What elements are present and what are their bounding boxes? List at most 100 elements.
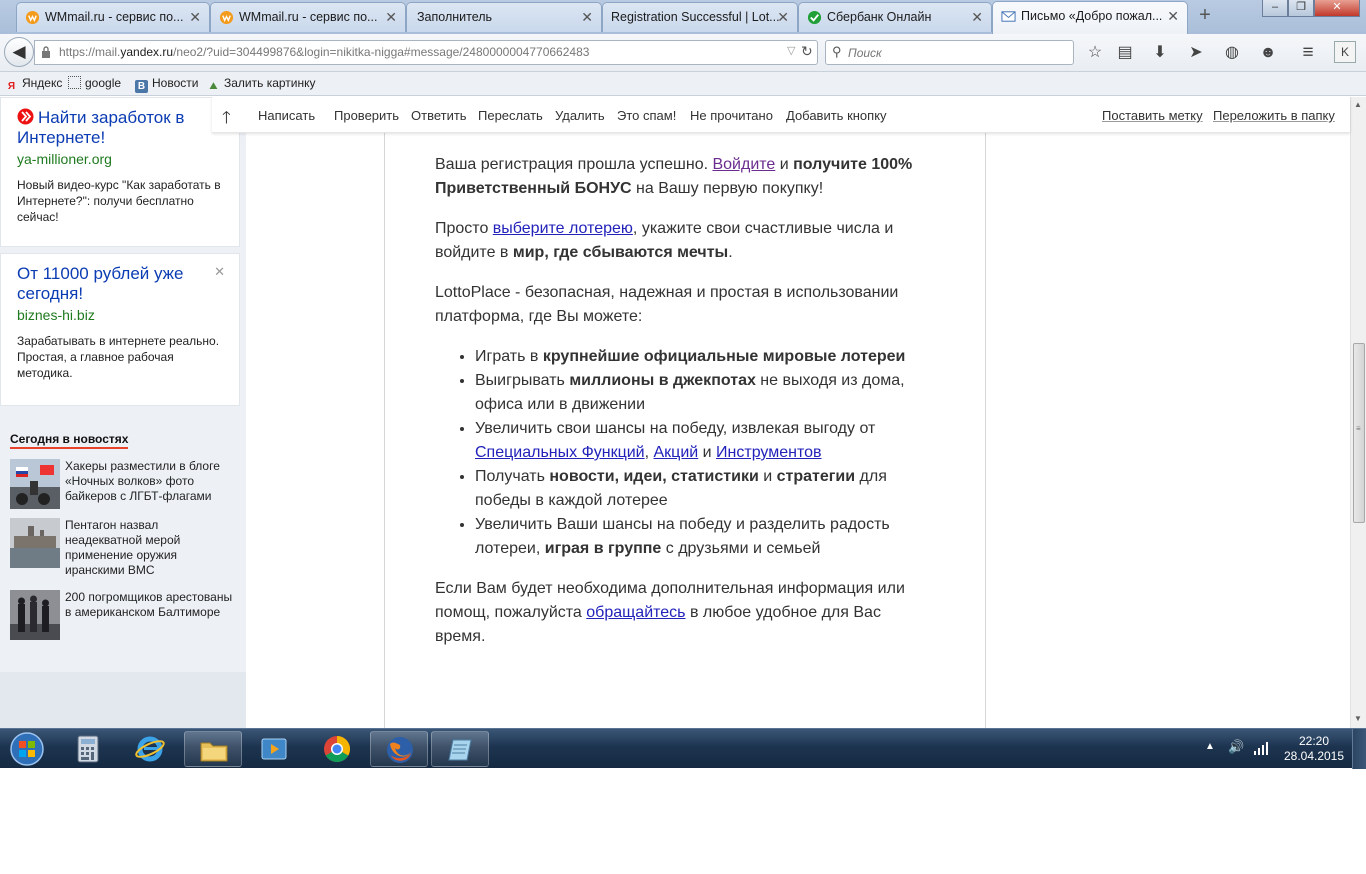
text: Увеличить свои шансы на победу, извлекая… bbox=[475, 420, 876, 437]
tab-close-icon[interactable]: ✕ bbox=[971, 3, 983, 31]
tab-close-icon[interactable]: ✕ bbox=[189, 3, 201, 31]
scroll-up-icon[interactable]: ▲ bbox=[1354, 100, 1362, 109]
download-icon[interactable]: ⬇ bbox=[1148, 41, 1172, 65]
tab-lottoplace[interactable]: Registration Successful | Lot... ✕ bbox=[602, 2, 798, 32]
profile-button[interactable]: K bbox=[1334, 41, 1356, 63]
url-history-dropdown-icon[interactable]: ▽ bbox=[787, 44, 795, 57]
close-window-button[interactable]: ✕ bbox=[1314, 0, 1360, 17]
new-tab-icon[interactable]: + bbox=[1193, 4, 1217, 28]
bookmark-google[interactable]: google bbox=[68, 76, 121, 90]
search-input[interactable] bbox=[848, 44, 1068, 62]
bookmark-yandex[interactable]: Я Яндекс bbox=[5, 76, 62, 93]
tab-close-icon[interactable]: ✕ bbox=[1167, 2, 1179, 30]
windows-taskbar: ▲ 🔊 22:20 28.04.2015 bbox=[0, 728, 1366, 769]
taskbar-chrome[interactable] bbox=[308, 731, 366, 767]
list-item: Играть в крупнейшие официальные мировые … bbox=[475, 345, 925, 369]
news-text[interactable]: Хакеры разместили в блоге «Ночных волков… bbox=[65, 459, 235, 504]
scrollbar-thumb[interactable]: ≡ bbox=[1353, 343, 1365, 523]
tab-close-icon[interactable]: ✕ bbox=[581, 3, 593, 31]
system-clock[interactable]: 22:20 28.04.2015 bbox=[1280, 734, 1348, 764]
mail-icon bbox=[1001, 11, 1016, 22]
lock-icon bbox=[42, 46, 50, 58]
move-to-folder-link[interactable]: Переложить в папку bbox=[1213, 108, 1335, 123]
maximize-button[interactable]: ❐ bbox=[1288, 0, 1314, 17]
news-thumbnail-bikers bbox=[10, 459, 60, 509]
news-thumbnail-navy bbox=[10, 518, 60, 568]
vk-icon: В bbox=[135, 80, 148, 93]
search-icon: ⚲ bbox=[832, 44, 842, 59]
bookmark-upload-image[interactable]: ⛰ Залить картинку bbox=[207, 76, 316, 93]
show-desktop-button[interactable] bbox=[1352, 729, 1366, 769]
ad-title[interactable]: Найти заработок в Интернете! bbox=[17, 108, 223, 148]
login-link[interactable]: Войдите bbox=[712, 156, 775, 173]
compose-button[interactable]: Написать bbox=[258, 108, 315, 123]
wmmail-icon bbox=[25, 10, 40, 25]
tab-close-icon[interactable]: ✕ bbox=[385, 3, 397, 31]
tab-close-icon[interactable]: ✕ bbox=[777, 3, 789, 31]
taskbar-firefox[interactable] bbox=[370, 731, 428, 767]
bold-text: играя в группе bbox=[544, 540, 662, 557]
tab-wmmail-2[interactable]: WMmail.ru - сервис по... ✕ bbox=[210, 2, 406, 32]
minimize-button[interactable]: – bbox=[1262, 0, 1288, 17]
bookmark-star-icon[interactable]: ☆ bbox=[1083, 41, 1107, 65]
start-button[interactable] bbox=[7, 731, 47, 767]
address-bar[interactable]: https://mail.yandex.ru/neo2/?uid=3044998… bbox=[34, 40, 818, 65]
back-button[interactable]: ◀ bbox=[4, 37, 34, 67]
news-heading[interactable]: Сегодня в новостях bbox=[10, 432, 129, 449]
reload-icon[interactable]: ↻ bbox=[801, 43, 813, 60]
forward-button[interactable]: Переслать bbox=[478, 108, 543, 123]
vertical-scrollbar[interactable]: ▲ ≡ ▼ bbox=[1350, 97, 1366, 728]
search-bar[interactable]: ⚲ bbox=[825, 40, 1074, 65]
choose-lottery-link[interactable]: выберите лотерею bbox=[493, 220, 633, 237]
promotions-link[interactable]: Акций bbox=[654, 444, 699, 461]
ad-title[interactable]: От 11000 рублей уже сегодня! bbox=[17, 264, 223, 304]
tab-wmmail-1[interactable]: WMmail.ru - сервис по... ✕ bbox=[16, 2, 210, 32]
news-text[interactable]: 200 погромщиков арестованы в американско… bbox=[65, 590, 235, 620]
close-icon[interactable]: ✕ bbox=[214, 264, 225, 280]
dotted-square-icon bbox=[68, 76, 81, 89]
taskbar-media-player[interactable] bbox=[245, 731, 303, 767]
special-features-link[interactable]: Специальных Функций bbox=[475, 444, 645, 461]
message-paragraph: Ваша регистрация прошла успешно. Войдите… bbox=[435, 153, 925, 201]
taskbar-calculator[interactable] bbox=[59, 731, 117, 767]
text: Просто bbox=[435, 220, 493, 237]
chat-icon[interactable]: ☻ bbox=[1256, 41, 1280, 65]
bookmark-label: Новости bbox=[152, 76, 199, 90]
tray-expand-icon[interactable]: ▲ bbox=[1205, 741, 1215, 752]
ad-domain[interactable]: ya-millioner.org bbox=[17, 151, 223, 167]
tab-sberbank[interactable]: Сбербанк Онлайн ✕ bbox=[798, 2, 992, 32]
contact-link[interactable]: обращайтесь bbox=[586, 604, 685, 621]
mark-unread-button[interactable]: Не прочитано bbox=[690, 108, 773, 123]
spam-button[interactable]: Это спам! bbox=[617, 108, 676, 123]
taskbar-file-explorer[interactable] bbox=[184, 731, 242, 767]
taskbar-internet-explorer[interactable] bbox=[121, 731, 179, 767]
url-prefix: https://mail. bbox=[59, 45, 121, 59]
set-label-link[interactable]: Поставить метку bbox=[1102, 108, 1203, 123]
ad-card-2[interactable]: ✕ От 11000 рублей уже сегодня! biznes-hi… bbox=[0, 253, 240, 406]
menu-icon[interactable]: ≡ bbox=[1296, 41, 1320, 65]
bookmark-label: Залить картинку bbox=[224, 76, 316, 90]
ad-domain[interactable]: biznes-hi.biz bbox=[17, 307, 223, 323]
taskbar-notepad[interactable] bbox=[431, 731, 489, 767]
bookmarks-list-icon[interactable]: ▤ bbox=[1113, 41, 1137, 65]
tools-link[interactable]: Инструментов bbox=[716, 444, 821, 461]
tab-label: WMmail.ru - сервис по... bbox=[239, 10, 378, 24]
send-icon[interactable]: ➤ bbox=[1184, 41, 1208, 65]
scroll-down-icon[interactable]: ▼ bbox=[1354, 714, 1362, 723]
network-signal-icon[interactable] bbox=[1253, 739, 1271, 757]
address-url[interactable]: https://mail.yandex.ru/neo2/?uid=3044998… bbox=[59, 45, 589, 59]
text: на Вашу первую покупку! bbox=[631, 180, 824, 197]
check-mail-button[interactable]: Проверить bbox=[334, 108, 399, 123]
tab-yandex-mail-active[interactable]: Письмо «Добро пожал... ✕ bbox=[992, 1, 1188, 34]
scroll-up-arrow-icon[interactable]: 🡑 bbox=[222, 105, 231, 134]
reply-button[interactable]: Ответить bbox=[411, 108, 467, 123]
clock-date: 28.04.2015 bbox=[1283, 749, 1345, 763]
ad-card-1[interactable]: Найти заработок в Интернете! ya-millione… bbox=[0, 97, 240, 247]
globe-icon[interactable]: ◍ bbox=[1220, 41, 1244, 65]
tab-zapolnitel[interactable]: Заполнитель ✕ bbox=[406, 2, 602, 32]
add-button-button[interactable]: Добавить кнопку bbox=[786, 108, 887, 123]
volume-icon[interactable]: 🔊 bbox=[1228, 739, 1246, 757]
delete-button[interactable]: Удалить bbox=[555, 108, 605, 123]
bookmark-news[interactable]: В Новости bbox=[135, 76, 198, 93]
news-text[interactable]: Пентагон назвал неадекватной мерой приме… bbox=[65, 518, 235, 578]
